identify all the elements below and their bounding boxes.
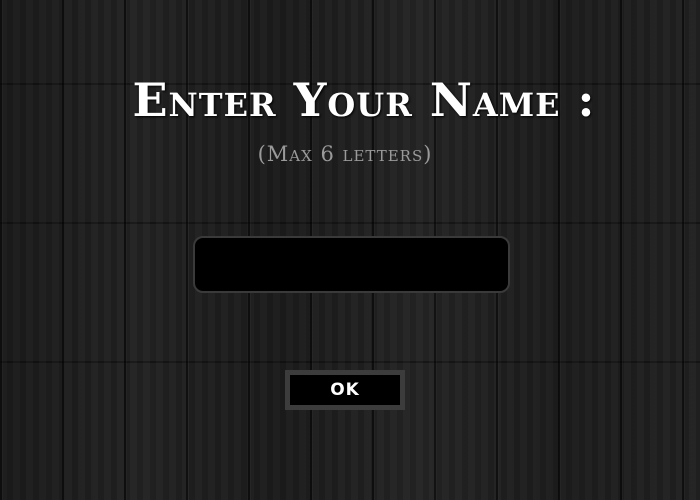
page-title: Enter Your Name :: [132, 73, 596, 127]
name-entry-screen: Enter Your Name : (Max 6 letters) OK: [0, 0, 700, 500]
max-letters-hint: (Max 6 letters): [257, 142, 433, 166]
name-input[interactable]: [193, 236, 510, 293]
ok-button[interactable]: OK: [285, 370, 405, 410]
